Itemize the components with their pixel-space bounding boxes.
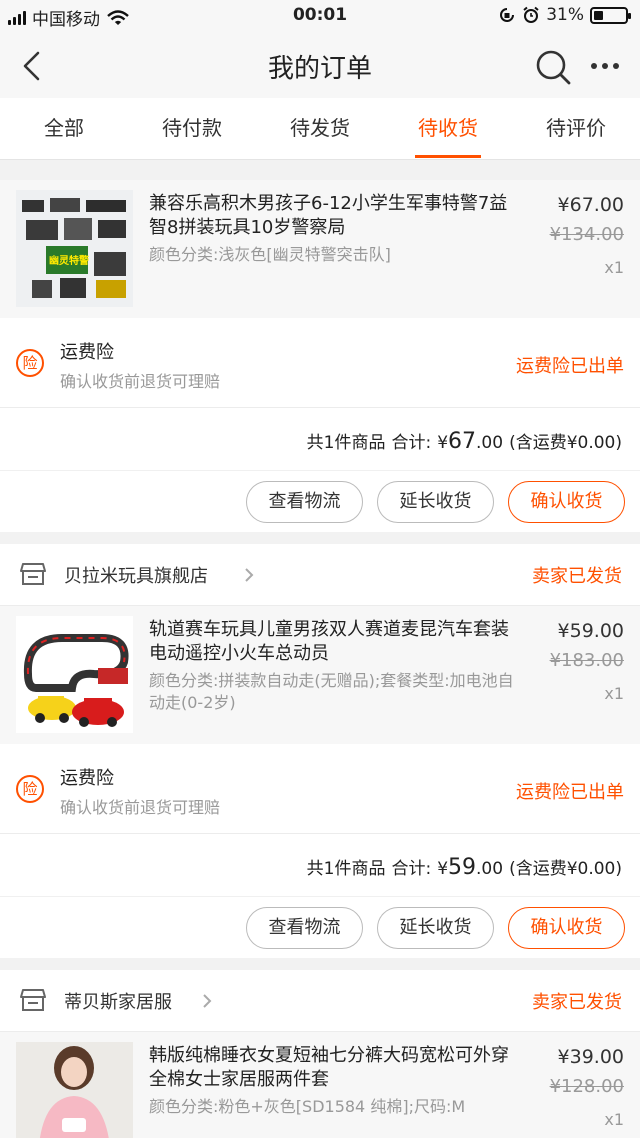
item-count: 共1件商品 bbox=[306, 859, 386, 879]
search-icon[interactable] bbox=[534, 48, 572, 86]
insurance-icon: 险 bbox=[16, 775, 44, 803]
shipping-insurance[interactable]: 险 运费险 确认收货前退货可理赔 运费险已出单 bbox=[0, 318, 640, 408]
product-quantity: x1 bbox=[604, 1110, 624, 1129]
shop-icon bbox=[20, 563, 46, 585]
order-status: 卖家已发货 bbox=[532, 566, 622, 587]
product-original-price: ¥128.00 bbox=[549, 1076, 624, 1097]
nav-bar: 我的订单 bbox=[0, 34, 640, 98]
order-tabs: 全部 待付款 待发货 待收货 待评价 bbox=[0, 98, 640, 160]
total-amount: 67 bbox=[448, 429, 477, 454]
item-count: 共1件商品 bbox=[306, 433, 386, 453]
product-sku: 颜色分类:粉色+灰色[SD1584 纯棉];尺码:M bbox=[149, 1097, 466, 1116]
alarm-icon bbox=[523, 6, 539, 23]
order-item[interactable]: 韩版纯棉睡衣女夏短袖七分裤大码宽松可外穿全棉女士家居服两件套 颜色分类:粉色+灰… bbox=[0, 1032, 640, 1138]
status-bar: 中国移动 00:01 31% bbox=[0, 0, 640, 34]
shipping-insurance[interactable]: 险 运费险 确认收货前退货可理赔 运费险已出单 bbox=[0, 744, 640, 834]
status-right: 31% bbox=[498, 5, 631, 25]
product-price: ¥59.00 bbox=[557, 620, 624, 642]
order-item[interactable]: 轨道赛车玩具儿童男孩双人赛道麦昆汽车套装电动遥控小火车总动员 颜色分类:拼装款自… bbox=[0, 606, 640, 744]
order-card: 幽灵特警 兼容乐高积木男孩子6-12小学生军事特警7益智8拼装玩具10岁警察局 … bbox=[0, 180, 640, 532]
insurance-icon: 险 bbox=[16, 349, 44, 377]
confirm-receipt-button[interactable]: 确认收货 bbox=[508, 907, 625, 949]
product-original-price: ¥183.00 bbox=[549, 650, 624, 671]
order-card: 蒂贝斯家居服 卖家已发货 韩版纯棉睡衣女夏短袖七分裤大码宽松可外穿全棉女士家居服… bbox=[0, 970, 640, 1138]
tab-pending-payment[interactable]: 待付款 bbox=[128, 98, 256, 159]
product-original-price: ¥134.00 bbox=[549, 224, 624, 245]
tab-pending-review[interactable]: 待评价 bbox=[512, 98, 640, 159]
product-image-label: 幽灵特警 bbox=[49, 256, 89, 267]
insurance-subtitle: 确认收货前退货可理赔 bbox=[60, 372, 221, 391]
view-logistics-button[interactable]: 查看物流 bbox=[246, 907, 363, 949]
product-quantity: x1 bbox=[604, 258, 624, 277]
insurance-title: 运费险 bbox=[60, 768, 114, 789]
shipping-fee: (含运费¥0.00) bbox=[509, 433, 622, 453]
product-name: 轨道赛车玩具儿童男孩双人赛道麦昆汽车套装电动遥控小火车总动员 bbox=[149, 619, 509, 664]
order-item[interactable]: 幽灵特警 兼容乐高积木男孩子6-12小学生军事特警7益智8拼装玩具10岁警察局 … bbox=[0, 180, 640, 318]
product-name: 韩版纯棉睡衣女夏短袖七分裤大码宽松可外穿全棉女士家居服两件套 bbox=[149, 1045, 509, 1090]
product-name: 兼容乐高积木男孩子6-12小学生军事特警7益智8拼装玩具10岁警察局 bbox=[149, 193, 508, 238]
tab-pending-shipment[interactable]: 待发货 bbox=[256, 98, 384, 159]
tab-pending-receipt[interactable]: 待收货 bbox=[384, 98, 512, 159]
total-amount: 59 bbox=[448, 855, 477, 880]
view-logistics-button[interactable]: 查看物流 bbox=[246, 481, 363, 523]
shop-name: 贝拉米玩具旗舰店 bbox=[64, 566, 208, 587]
orientation-lock-icon bbox=[500, 8, 515, 22]
total-cents: .00 bbox=[476, 859, 504, 879]
shop-header[interactable]: 贝拉米玩具旗舰店 卖家已发货 bbox=[0, 544, 640, 606]
total-label: 合计: bbox=[391, 433, 432, 453]
product-price: ¥39.00 bbox=[557, 1046, 624, 1068]
order-total: 共1件商品 合计: ¥59.00 (含运费¥0.00) bbox=[0, 834, 640, 896]
product-sku: 颜色分类:浅灰色[幽灵特警突击队] bbox=[149, 245, 391, 264]
battery-icon bbox=[590, 6, 631, 24]
insurance-subtitle: 确认收货前退货可理赔 bbox=[60, 798, 221, 817]
insurance-status: 运费险已出单 bbox=[516, 356, 624, 377]
product-sku: 颜色分类:拼装款自动走(无赠品);套餐类型:加电池自动走(0-2岁) bbox=[149, 671, 514, 712]
order-actions: 查看物流 延长收货 确认收货 bbox=[0, 896, 640, 958]
chevron-right-icon bbox=[245, 568, 254, 582]
order-card: 贝拉米玩具旗舰店 卖家已发货 轨道赛车玩具儿童男孩双人赛道麦昆汽车套装电动遥控小… bbox=[0, 544, 640, 958]
extend-receipt-button[interactable]: 延长收货 bbox=[377, 481, 494, 523]
order-total: 共1件商品 合计: ¥67.00 (含运费¥0.00) bbox=[0, 408, 640, 470]
shop-header[interactable]: 蒂贝斯家居服 卖家已发货 bbox=[0, 970, 640, 1032]
shipping-fee: (含运费¥0.00) bbox=[509, 859, 622, 879]
more-icon[interactable] bbox=[588, 56, 622, 76]
product-image bbox=[16, 616, 133, 733]
extend-receipt-button[interactable]: 延长收货 bbox=[377, 907, 494, 949]
insurance-title: 运费险 bbox=[60, 342, 114, 363]
tab-all[interactable]: 全部 bbox=[0, 98, 128, 159]
product-image: 幽灵特警 bbox=[16, 190, 133, 307]
product-quantity: x1 bbox=[604, 684, 624, 703]
total-cents: .00 bbox=[476, 433, 504, 453]
chevron-right-icon bbox=[203, 994, 212, 1008]
currency-symbol: ¥ bbox=[437, 433, 449, 453]
battery-percent: 31% bbox=[546, 5, 584, 25]
product-price: ¥67.00 bbox=[557, 194, 624, 216]
shop-icon bbox=[20, 989, 46, 1011]
shop-name: 蒂贝斯家居服 bbox=[64, 992, 172, 1013]
product-image bbox=[16, 1042, 133, 1138]
order-status: 卖家已发货 bbox=[532, 992, 622, 1013]
order-actions: 查看物流 延长收货 确认收货 bbox=[0, 470, 640, 532]
confirm-receipt-button[interactable]: 确认收货 bbox=[508, 481, 625, 523]
currency-symbol: ¥ bbox=[437, 859, 449, 879]
total-label: 合计: bbox=[391, 859, 432, 879]
insurance-status: 运费险已出单 bbox=[516, 782, 624, 803]
